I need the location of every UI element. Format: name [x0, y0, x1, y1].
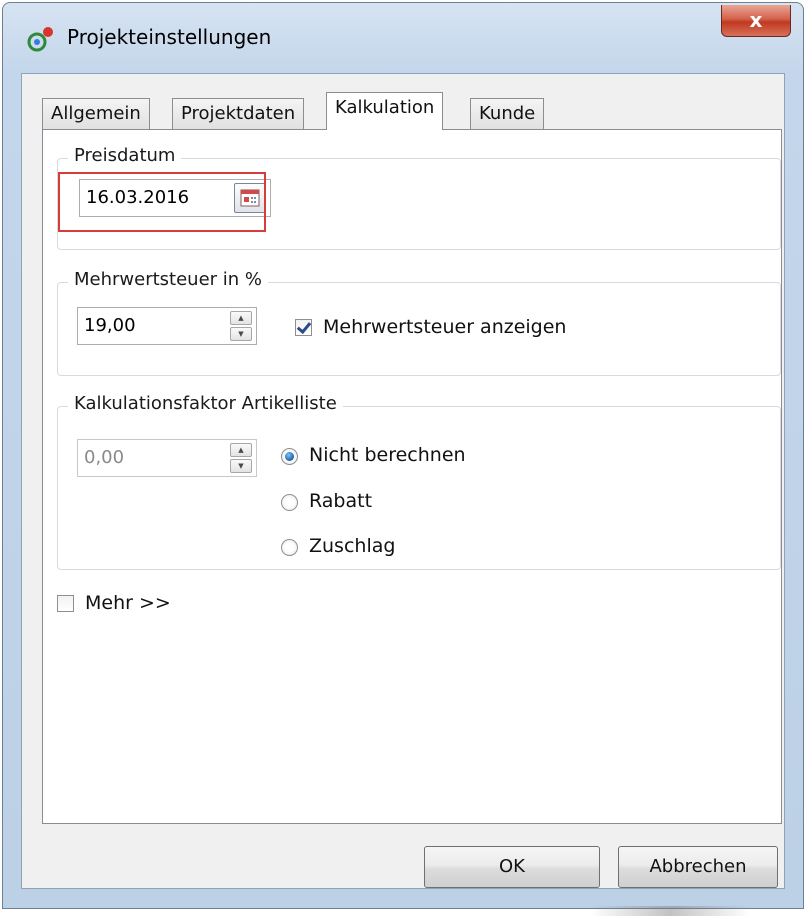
radio-rabatt[interactable] [281, 494, 298, 511]
window-title: Projekteinstellungen [67, 25, 272, 49]
tab-kalkulation[interactable]: Kalkulation [326, 92, 444, 130]
spin-down-icon[interactable]: ▼ [230, 327, 252, 341]
tab-label: Allgemein [51, 103, 141, 124]
mehrwertsteuer-spin-field[interactable]: 19,00 ▲ ▼ [77, 307, 257, 345]
group-legend-mehrwertsteuer: Mehrwertsteuer in % [68, 269, 269, 290]
ok-button[interactable]: OK [424, 846, 600, 888]
mehrwertsteuer-anzeigen-label[interactable]: Mehrwertsteuer anzeigen [323, 316, 566, 338]
mehr-checkbox[interactable] [57, 595, 74, 612]
mehr-label[interactable]: Mehr >> [85, 592, 171, 614]
radio-nicht-berechnen[interactable] [281, 448, 298, 465]
spin-up-icon: ▲ [230, 443, 252, 457]
kalkulationsfaktor-value: 0,00 [84, 447, 125, 468]
app-logo-icon [27, 27, 53, 52]
close-icon: x [749, 8, 763, 32]
radio-rabatt-label[interactable]: Rabatt [309, 490, 372, 512]
kalkulationsfaktor-spin-field: 0,00 ▲ ▼ [77, 439, 257, 477]
tab-allgemein[interactable]: Allgemein [42, 98, 150, 130]
tab-kunde[interactable]: Kunde [470, 98, 545, 130]
title-bar[interactable]: Projekteinstellungen x [3, 3, 803, 73]
mehrwertsteuer-value: 19,00 [84, 315, 136, 336]
tab-label: Kunde [479, 103, 536, 124]
kalkulationsfaktor-spinner: ▲ ▼ [230, 443, 252, 473]
group-legend-kalkulationsfaktor: Kalkulationsfaktor Artikelliste [68, 393, 343, 414]
tab-label: Kalkulation [335, 97, 435, 118]
tab-panel-kalkulation: Preisdatum 16.03.2016 Mehrwertsteuer in … [42, 129, 782, 824]
spin-down-icon: ▼ [230, 459, 252, 473]
mehrwertsteuer-anzeigen-checkbox[interactable] [295, 319, 312, 336]
radio-zuschlag[interactable] [281, 539, 298, 556]
shadow-decoration [590, 906, 750, 916]
spin-up-icon[interactable]: ▲ [230, 311, 252, 325]
highlight-frame [58, 172, 266, 232]
mehrwertsteuer-spinner[interactable]: ▲ ▼ [230, 311, 252, 341]
cancel-button[interactable]: Abbrechen [618, 846, 778, 888]
tab-projektdaten[interactable]: Projektdaten [172, 98, 305, 130]
tab-label: Projektdaten [181, 103, 296, 124]
group-kalkulationsfaktor: Kalkulationsfaktor Artikelliste [57, 393, 781, 570]
radio-nicht-berechnen-label[interactable]: Nicht berechnen [309, 444, 466, 466]
radio-zuschlag-label[interactable]: Zuschlag [309, 535, 395, 557]
group-legend-preisdatum: Preisdatum [68, 145, 182, 166]
dialog-window: Projekteinstellungen x Allgemein Projekt… [2, 2, 804, 909]
close-button[interactable]: x [721, 5, 791, 37]
